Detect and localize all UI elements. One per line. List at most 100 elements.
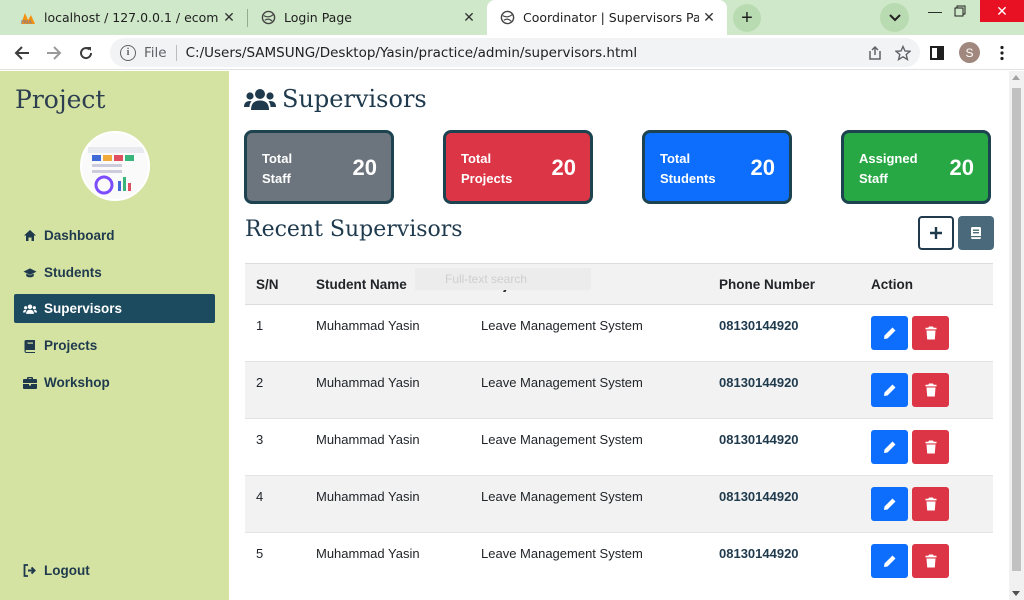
cell-student-name: Muhammad Yasin	[316, 432, 420, 447]
table-row: 4 Muhammad Yasin Leave Management System…	[245, 476, 993, 533]
cell-phone-number: 08130144920	[719, 375, 799, 390]
cell-actions	[871, 487, 993, 521]
card-value: 20	[551, 155, 576, 180]
close-icon[interactable]: ✕	[699, 8, 719, 28]
trash-icon	[925, 383, 936, 397]
users-icon	[244, 86, 276, 112]
cell-phone-number: 08130144920	[719, 546, 799, 561]
trash-icon	[925, 326, 936, 340]
page-title-text: Supervisors	[282, 85, 427, 113]
logout-link[interactable]: Logout	[14, 556, 215, 585]
logout-label: Logout	[44, 563, 90, 578]
card-label: Total Projects	[461, 151, 513, 186]
page: Project Dashboard Students Supervisors P…	[0, 71, 1024, 600]
window-close-button[interactable]: ✕	[980, 0, 1024, 22]
scrollbar-thumb[interactable]	[1012, 88, 1021, 571]
table-row: 2 Muhammad Yasin Leave Management System…	[245, 362, 993, 419]
pencil-icon	[883, 555, 895, 567]
cell-student-name: Muhammad Yasin	[316, 318, 420, 333]
edit-button[interactable]	[871, 316, 908, 350]
scroll-down-arrow[interactable]	[1012, 591, 1020, 596]
table-row: 3 Muhammad Yasin Leave Management System…	[245, 419, 993, 476]
side-panel-button[interactable]	[923, 39, 951, 67]
tab-search-button[interactable]	[880, 3, 909, 32]
arrow-left-icon	[14, 46, 29, 60]
new-tab-button[interactable]: +	[733, 4, 761, 32]
cell-project-title: Leave Management System	[481, 546, 643, 561]
close-icon[interactable]: ✕	[219, 8, 239, 28]
edit-button[interactable]	[871, 430, 908, 464]
view-list-button[interactable]	[958, 216, 994, 250]
url-text[interactable]: C:/Users/SAMSUNG/Desktop/Yasin/practice/…	[186, 45, 864, 61]
sidebar-item-label: Workshop	[44, 375, 110, 390]
back-button[interactable]	[8, 39, 36, 67]
page-scrollbar[interactable]	[1009, 71, 1024, 600]
delete-button[interactable]	[912, 430, 949, 464]
scroll-up-arrow[interactable]	[1012, 75, 1020, 80]
reload-button[interactable]	[72, 39, 100, 67]
phpmyadmin-icon: PMA	[20, 10, 36, 26]
close-icon[interactable]: ✕	[459, 8, 479, 28]
cell-phone-number: 08130144920	[719, 318, 799, 333]
card-value: 20	[352, 155, 377, 180]
sidebar-item-projects[interactable]: Projects	[14, 331, 215, 360]
forward-button[interactable]	[40, 39, 68, 67]
card-value: 20	[949, 155, 974, 180]
sidebar-item-label: Dashboard	[44, 228, 115, 243]
section-title: Recent Supervisors	[245, 217, 463, 242]
sidebar-item-supervisors[interactable]: Supervisors	[14, 294, 215, 323]
sidebar-item-dashboard[interactable]: Dashboard	[14, 221, 215, 250]
divider	[175, 44, 177, 61]
tab-title: localhost / 127.0.0.1 / ecommerce	[44, 10, 219, 25]
delete-button[interactable]	[912, 487, 949, 521]
cell-sn: 5	[256, 546, 264, 561]
share-icon[interactable]	[864, 42, 886, 64]
cell-project-title: Leave Management System	[481, 375, 643, 390]
edit-button[interactable]	[871, 373, 908, 407]
tab-supervisors-page[interactable]: Coordinator | Supervisors Page ✕	[487, 0, 727, 35]
browser-toolbar: i File C:/Users/SAMSUNG/Desktop/Yasin/pr…	[0, 35, 1024, 70]
tab-phpmyadmin[interactable]: PMA localhost / 127.0.0.1 / ecommerce ✕	[0, 0, 247, 35]
card-label: Assigned Staff	[859, 151, 918, 186]
cell-actions	[871, 316, 993, 350]
reload-icon	[80, 47, 93, 60]
column-header-phone-number: Phone Number	[719, 276, 816, 292]
cell-student-name: Muhammad Yasin	[316, 489, 420, 504]
sign-out-icon	[23, 564, 37, 578]
trash-icon	[925, 497, 936, 511]
sidebar-item-label: Supervisors	[44, 301, 123, 316]
cell-student-name: Muhammad Yasin	[316, 375, 420, 390]
trash-icon	[925, 554, 936, 568]
card-label: Total Students	[660, 151, 716, 186]
edit-button[interactable]	[871, 487, 908, 521]
table-row: 5 Muhammad Yasin Leave Management System…	[245, 533, 993, 590]
home-icon	[23, 229, 37, 243]
pencil-icon	[883, 498, 895, 510]
svg-text:PMA: PMA	[21, 20, 32, 25]
sidebar-item-students[interactable]: Students	[14, 258, 215, 287]
more-vertical-icon	[1000, 45, 1004, 61]
tab-login-page[interactable]: Login Page ✕	[240, 0, 487, 35]
cell-sn: 2	[256, 375, 264, 390]
trash-icon	[925, 440, 936, 454]
delete-button[interactable]	[912, 544, 949, 578]
book-icon	[23, 339, 37, 353]
add-supervisor-button[interactable]	[918, 216, 954, 250]
profile-avatar[interactable]: S	[959, 42, 980, 63]
delete-button[interactable]	[912, 373, 949, 407]
delete-button[interactable]	[912, 316, 949, 350]
bookmark-star-icon[interactable]	[892, 42, 914, 64]
column-header-sn: S/N	[256, 276, 279, 292]
main-content: Supervisors Total Staff 20 Total Project…	[229, 71, 1009, 600]
edit-button[interactable]	[871, 544, 908, 578]
info-icon[interactable]: i	[120, 44, 136, 61]
stat-card-total-students: Total Students 20	[642, 130, 792, 204]
briefcase-icon	[23, 376, 37, 390]
plus-icon	[930, 227, 942, 239]
sidebar-item-workshop[interactable]: Workshop	[14, 368, 215, 397]
tab-title: Login Page	[284, 10, 352, 25]
menu-button[interactable]	[988, 39, 1016, 67]
pencil-icon	[883, 441, 895, 453]
address-bar[interactable]: i File C:/Users/SAMSUNG/Desktop/Yasin/pr…	[110, 38, 920, 67]
maximize-button[interactable]	[945, 0, 975, 22]
